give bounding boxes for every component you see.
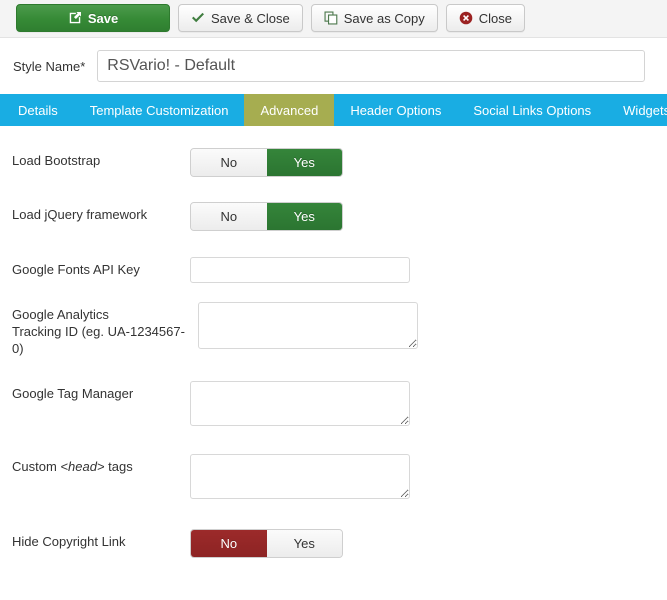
tab-social-links-options-label: Social Links Options (473, 102, 592, 118)
load-bootstrap-option-yes[interactable]: Yes (266, 149, 342, 176)
hide-copyright-link-label: Hide Copyright Link (12, 534, 126, 549)
save-as-copy-button[interactable]: Save as Copy (310, 4, 438, 32)
tab-widgets-label: Widgets (623, 102, 667, 118)
style-name-label-text: Style Name (13, 58, 81, 74)
field-load-bootstrap: Load Bootstrap No Yes (0, 148, 667, 177)
google-analytics-control (190, 302, 667, 349)
hide-copyright-link-option-yes[interactable]: Yes (266, 530, 342, 557)
tab-advanced-label: Advanced (260, 102, 319, 118)
cancel-circle-icon (459, 11, 473, 25)
hide-copyright-link-toggle[interactable]: No Yes (190, 529, 343, 558)
save-button-label: Save (87, 10, 119, 26)
save-button[interactable]: Save (16, 4, 170, 32)
tab-template-customization-label: Template Customization (89, 102, 229, 118)
style-name-input[interactable] (97, 50, 645, 82)
load-jquery-option-yes[interactable]: Yes (266, 203, 342, 230)
google-fonts-api-key-control (190, 257, 667, 283)
google-tag-manager-control (190, 381, 667, 426)
load-bootstrap-option-no[interactable]: No (191, 149, 267, 176)
load-bootstrap-label: Load Bootstrap (12, 153, 101, 168)
field-google-tag-manager: Google Tag Manager (0, 381, 667, 426)
load-jquery-option-no[interactable]: No (191, 203, 267, 230)
custom-head-tags-label-before: Custom (12, 459, 61, 474)
save-and-close-button[interactable]: Save & Close (178, 4, 303, 32)
tab-header-options-label: Header Options (350, 102, 442, 118)
load-bootstrap-toggle[interactable]: No Yes (190, 148, 343, 177)
tab-template-customization[interactable]: Template Customization (74, 94, 245, 126)
tab-header-options[interactable]: Header Options (334, 94, 457, 126)
field-hide-copyright-link: Hide Copyright Link No Yes (0, 529, 667, 558)
tab-widgets[interactable]: Widgets (607, 94, 667, 126)
google-fonts-api-key-label: Google Fonts API Key (12, 262, 140, 277)
custom-head-tags-control (190, 454, 667, 499)
close-button[interactable]: Close (445, 4, 525, 32)
hide-copyright-link-option-no[interactable]: No (191, 530, 267, 557)
toolbar: Save Save & Close Save as Copy Close (0, 0, 667, 38)
required-marker: * (80, 58, 86, 74)
tab-details[interactable]: Details (0, 94, 74, 126)
google-analytics-label-line1: Google Analytics (12, 307, 109, 322)
tab-details-label: Details (18, 102, 58, 118)
load-bootstrap-control: No Yes (190, 148, 667, 177)
edit-square-icon (68, 11, 82, 25)
google-fonts-api-key-input[interactable] (190, 257, 410, 283)
tab-social-links-options[interactable]: Social Links Options (457, 94, 607, 126)
tab-advanced[interactable]: Advanced (244, 94, 335, 126)
custom-head-tags-label-em: <head> (60, 459, 105, 474)
field-google-analytics: Google Analytics Tracking ID (eg. UA-123… (0, 302, 667, 357)
google-analytics-label-line2: Tracking ID (eg. UA-1234567-0) (12, 324, 185, 356)
field-custom-head-tags: Custom <head> tags (0, 454, 667, 499)
advanced-settings-form: Load Bootstrap No Yes Load jQuery framew… (0, 148, 667, 558)
field-load-jquery: Load jQuery framework No Yes (0, 202, 667, 231)
tab-bar: Details Template Customization Advanced … (0, 94, 667, 126)
google-analytics-textarea[interactable] (198, 302, 418, 349)
style-name-label: Style Name* (13, 59, 85, 74)
close-button-label: Close (478, 10, 512, 26)
custom-head-tags-label: Custom <head> tags (12, 454, 190, 475)
save-and-close-label: Save & Close (211, 10, 290, 26)
google-analytics-label: Google Analytics Tracking ID (eg. UA-123… (12, 302, 190, 357)
hide-copyright-link-control: No Yes (190, 529, 667, 558)
load-jquery-control: No Yes (190, 202, 667, 231)
custom-head-tags-textarea[interactable] (190, 454, 410, 499)
load-jquery-toggle[interactable]: No Yes (190, 202, 343, 231)
copy-icon (324, 11, 338, 25)
save-as-copy-label: Save as Copy (343, 10, 425, 26)
check-icon (191, 12, 205, 24)
field-google-fonts-api-key: Google Fonts API Key (0, 257, 667, 283)
load-jquery-label: Load jQuery framework (12, 207, 148, 222)
style-name-row: Style Name* (0, 38, 667, 82)
google-tag-manager-label: Google Tag Manager (12, 386, 134, 401)
google-tag-manager-textarea[interactable] (190, 381, 410, 426)
custom-head-tags-label-after: tags (104, 459, 133, 474)
